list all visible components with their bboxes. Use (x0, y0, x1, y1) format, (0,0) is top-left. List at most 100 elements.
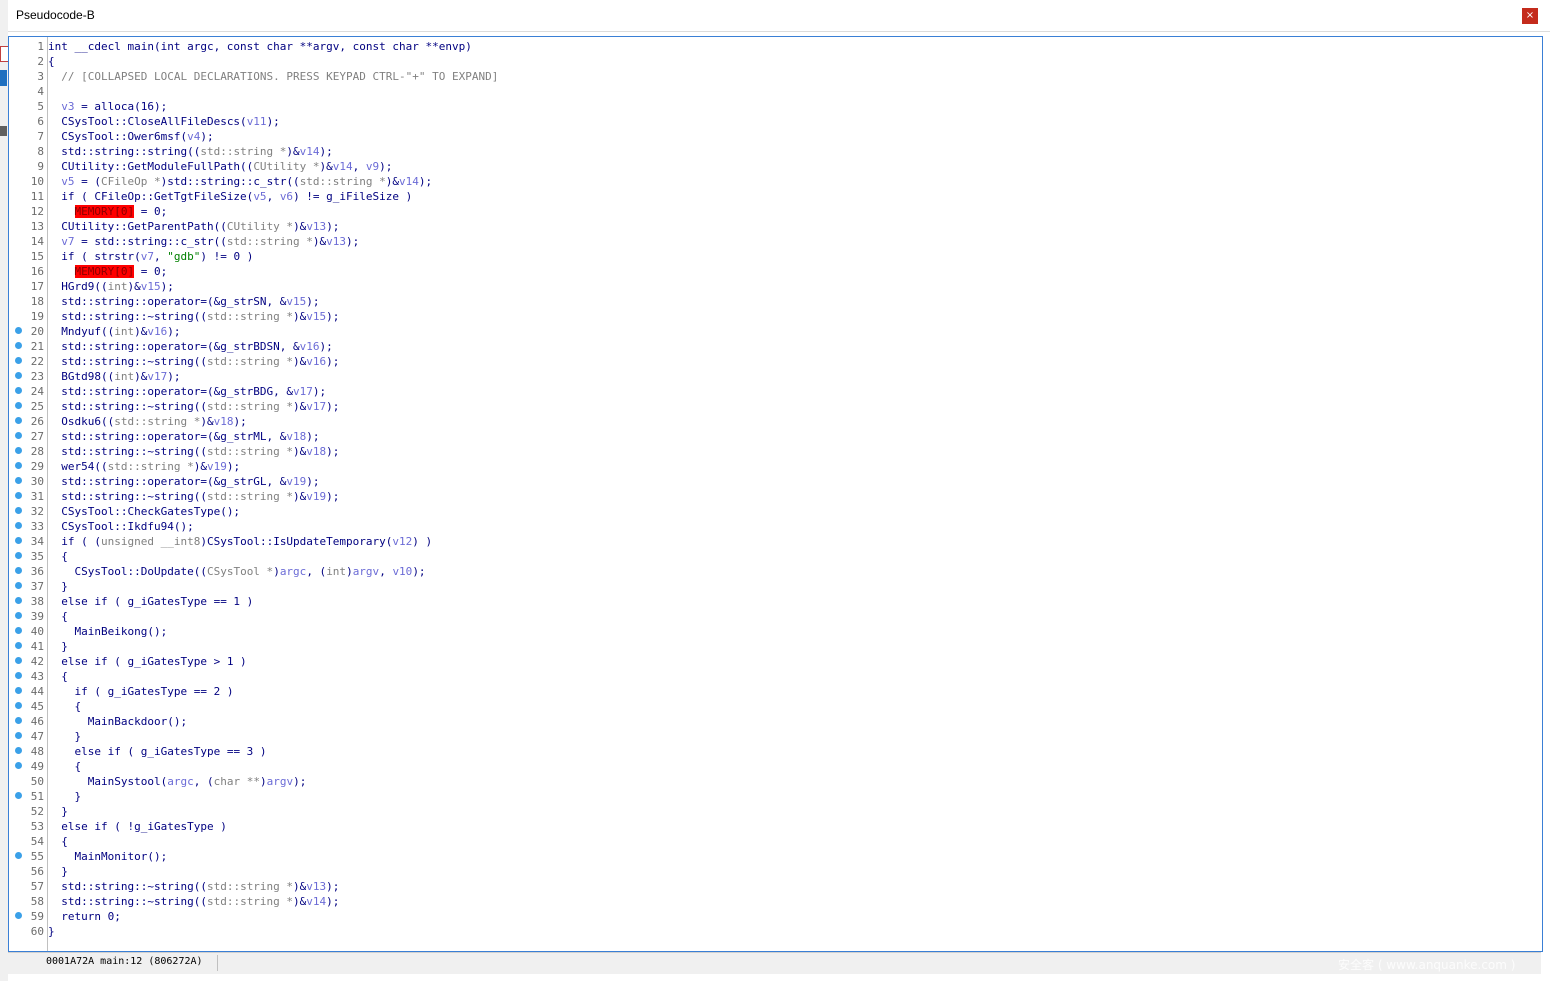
gutter-line[interactable]: 5 (9, 99, 46, 114)
gutter-line[interactable]: 22 (9, 354, 46, 369)
code-line[interactable]: CUtility::GetParentPath((CUtility *)&v13… (48, 219, 1538, 234)
gutter-line[interactable]: 8 (9, 144, 46, 159)
code-line[interactable]: return 0; (48, 909, 1538, 924)
breakpoint-dot-icon[interactable] (15, 402, 22, 409)
gutter-line[interactable]: 54 (9, 834, 46, 849)
code-line[interactable]: CSysTool::DoUpdate((CSysTool *)argc, (in… (48, 564, 1538, 579)
code-line[interactable]: std::string::~string((std::string *)&v17… (48, 399, 1538, 414)
code-line[interactable]: Osdku6((std::string *)&v18); (48, 414, 1538, 429)
code-line[interactable]: } (48, 924, 1538, 939)
code-line[interactable]: } (48, 804, 1538, 819)
breakpoint-dot-icon[interactable] (15, 462, 22, 469)
gutter-line[interactable]: 27 (9, 429, 46, 444)
gutter-line[interactable]: 44 (9, 684, 46, 699)
breakpoint-dot-icon[interactable] (15, 567, 22, 574)
code-line[interactable]: std::string::~string((std::string *)&v16… (48, 354, 1538, 369)
gutter-line[interactable]: 37 (9, 579, 46, 594)
breakpoint-dot-icon[interactable] (15, 552, 22, 559)
breakpoint-dot-icon[interactable] (15, 507, 22, 514)
code-line[interactable]: MainSystool(argc, (char **)argv); (48, 774, 1538, 789)
code-line[interactable]: MainBackdoor(); (48, 714, 1538, 729)
code-line[interactable]: std::string::~string((std::string *)&v19… (48, 489, 1538, 504)
breakpoint-dot-icon[interactable] (15, 612, 22, 619)
gutter-line[interactable]: 52 (9, 804, 46, 819)
breakpoint-dot-icon[interactable] (15, 477, 22, 484)
code-line[interactable]: std::string::~string((std::string *)&v18… (48, 444, 1538, 459)
code-line[interactable]: Mndyuf((int)&v16); (48, 324, 1538, 339)
code-line[interactable]: CSysTool::CheckGatesType(); (48, 504, 1538, 519)
gutter-line[interactable]: 24 (9, 384, 46, 399)
code-line[interactable]: { (48, 609, 1538, 624)
code-line[interactable]: int __cdecl main(int argc, const char **… (48, 39, 1538, 54)
gutter-line[interactable]: 2 (9, 54, 46, 69)
gutter-line[interactable]: 47 (9, 729, 46, 744)
breakpoint-dot-icon[interactable] (15, 327, 22, 334)
code-line[interactable]: { (48, 699, 1538, 714)
code-line[interactable]: v5 = (CFileOp *)std::string::c_str((std:… (48, 174, 1538, 189)
gutter-line[interactable]: 60 (9, 924, 46, 939)
gutter-line[interactable]: 58 (9, 894, 46, 909)
code-line[interactable]: } (48, 639, 1538, 654)
code-line[interactable]: std::string::operator=(&g_strSN, &v15); (48, 294, 1538, 309)
breakpoint-dot-icon[interactable] (15, 432, 22, 439)
code-line[interactable]: std::string::~string((std::string *)&v14… (48, 894, 1538, 909)
gutter-line[interactable]: 12 (9, 204, 46, 219)
breakpoint-dot-icon[interactable] (15, 912, 22, 919)
gutter-line[interactable]: 50 (9, 774, 46, 789)
gutter-line[interactable]: 20 (9, 324, 46, 339)
code-line[interactable]: } (48, 789, 1538, 804)
gutter-line[interactable]: 14 (9, 234, 46, 249)
breakpoint-dot-icon[interactable] (15, 417, 22, 424)
gutter-line[interactable]: 33 (9, 519, 46, 534)
code-line[interactable]: else if ( g_iGatesType == 3 ) (48, 744, 1538, 759)
gutter-line[interactable]: 48 (9, 744, 46, 759)
breakpoint-dot-icon[interactable] (15, 522, 22, 529)
code-line[interactable]: std::string::operator=(&g_strGL, &v19); (48, 474, 1538, 489)
gutter-line[interactable]: 17 (9, 279, 46, 294)
gutter-line[interactable]: 45 (9, 699, 46, 714)
gutter-line[interactable]: 19 (9, 309, 46, 324)
breakpoint-dot-icon[interactable] (15, 657, 22, 664)
code-line[interactable]: std::string::string((std::string *)&v14)… (48, 144, 1538, 159)
code-line[interactable]: wer54((std::string *)&v19); (48, 459, 1538, 474)
gutter-line[interactable]: 49 (9, 759, 46, 774)
breakpoint-dot-icon[interactable] (15, 387, 22, 394)
line-number-gutter[interactable]: 1 2 3 4 5 6 7 8 9 10 11 12 13 14 15 16 17 18 19 20 21 22 23 24 2… (9, 37, 46, 951)
gutter-line[interactable]: 43 (9, 669, 46, 684)
code-line[interactable]: { (48, 669, 1538, 684)
breakpoint-dot-icon[interactable] (15, 687, 22, 694)
code-line[interactable]: else if ( !g_iGatesType ) (48, 819, 1538, 834)
code-line[interactable]: v7 = std::string::c_str((std::string *)&… (48, 234, 1538, 249)
gutter-line[interactable]: 31 (9, 489, 46, 504)
code-line[interactable]: } (48, 579, 1538, 594)
gutter-line[interactable]: 39 (9, 609, 46, 624)
code-line[interactable]: // [COLLAPSED LOCAL DECLARATIONS. PRESS … (48, 69, 1538, 84)
breakpoint-dot-icon[interactable] (15, 672, 22, 679)
gutter-line[interactable]: 16 (9, 264, 46, 279)
code-line[interactable]: std::string::operator=(&g_strML, &v18); (48, 429, 1538, 444)
breakpoint-dot-icon[interactable] (15, 762, 22, 769)
gutter-line[interactable]: 1 (9, 39, 46, 54)
code-line[interactable]: std::string::operator=(&g_strBDG, &v17); (48, 384, 1538, 399)
breakpoint-dot-icon[interactable] (15, 717, 22, 724)
code-line[interactable]: { (48, 549, 1538, 564)
breakpoint-dot-icon[interactable] (15, 342, 22, 349)
code-line[interactable]: CUtility::GetModuleFullPath((CUtility *)… (48, 159, 1538, 174)
code-line[interactable]: { (48, 834, 1538, 849)
gutter-line[interactable]: 51 (9, 789, 46, 804)
close-button[interactable]: × (1522, 8, 1538, 24)
breakpoint-dot-icon[interactable] (15, 852, 22, 859)
code-line[interactable]: std::string::~string((std::string *)&v15… (48, 309, 1538, 324)
gutter-line[interactable]: 15 (9, 249, 46, 264)
breakpoint-dot-icon[interactable] (15, 642, 22, 649)
code-line[interactable]: if ( CFileOp::GetTgtFileSize(v5, v6) != … (48, 189, 1538, 204)
breakpoint-dot-icon[interactable] (15, 627, 22, 634)
code-line[interactable]: CSysTool::Ower6msf(v4); (48, 129, 1538, 144)
gutter-line[interactable]: 55 (9, 849, 46, 864)
code-line[interactable]: CSysTool::Ikdfu94(); (48, 519, 1538, 534)
code-line[interactable]: { (48, 759, 1538, 774)
gutter-line[interactable]: 46 (9, 714, 46, 729)
gutter-line[interactable]: 10 (9, 174, 46, 189)
code-line[interactable]: if ( strstr(v7, "gdb") != 0 ) (48, 249, 1538, 264)
breakpoint-dot-icon[interactable] (15, 792, 22, 799)
